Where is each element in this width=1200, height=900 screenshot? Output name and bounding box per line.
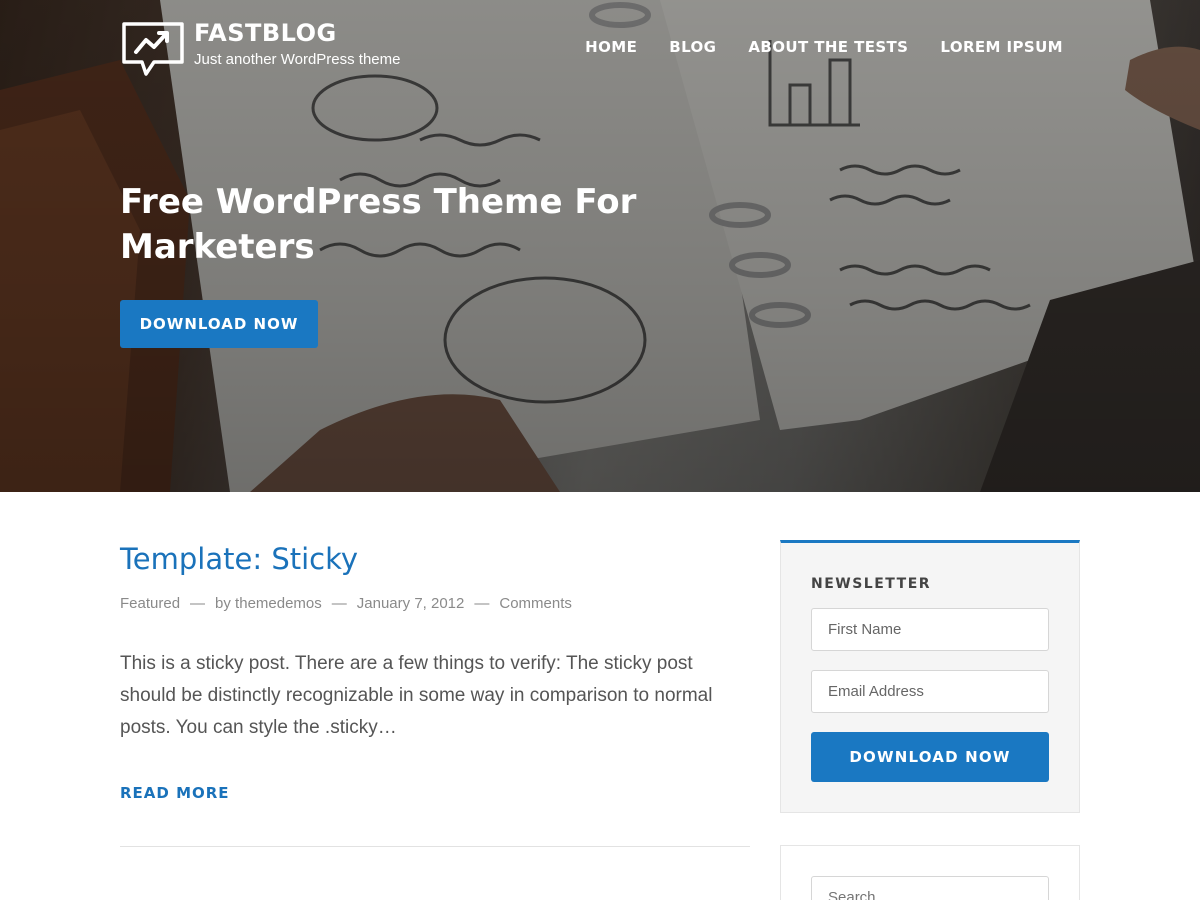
post-card: Template: Sticky Featured — by themedemo…	[120, 540, 750, 802]
hero-download-button[interactable]: DOWNLOAD NOW	[120, 300, 318, 348]
nav-item-home[interactable]: HOME	[585, 37, 637, 57]
meta-separator: —	[331, 595, 347, 612]
newsletter-download-button[interactable]: DOWNLOAD NOW	[811, 732, 1049, 782]
hero-section: FASTBLOG Just another WordPress theme HO…	[0, 0, 1200, 492]
post-comments-link[interactable]: Comments	[499, 595, 572, 612]
site-title[interactable]: FASTBLOG	[194, 20, 400, 46]
post-excerpt: This is a sticky post. There are a few t…	[120, 653, 713, 738]
meta-separator: —	[474, 595, 490, 612]
post-meta: Featured — by themedemos — January 7, 20…	[120, 595, 750, 612]
main-navigation: HOME BLOG ABOUT THE TESTS LOREM IPSUM	[553, 37, 1063, 57]
site-tagline: Just another WordPress theme	[194, 51, 401, 68]
nav-item-lorem-ipsum[interactable]: LOREM IPSUM	[940, 37, 1063, 57]
email-field[interactable]	[811, 670, 1049, 713]
newsletter-widget: NEWSLETTER DOWNLOAD NOW	[780, 540, 1080, 813]
nav-item-about-the-tests[interactable]: ABOUT THE TESTS	[748, 37, 908, 57]
meta-separator: —	[190, 595, 206, 612]
post-divider	[120, 846, 750, 847]
search-input[interactable]	[811, 876, 1049, 900]
post-title[interactable]: Template: Sticky	[120, 540, 750, 578]
post-date[interactable]: January 7, 2012	[357, 595, 465, 612]
read-more-link[interactable]: READ MORE	[120, 784, 230, 802]
first-name-field[interactable]	[811, 608, 1049, 651]
newsletter-title: NEWSLETTER	[811, 576, 932, 592]
chart-speech-bubble-icon	[122, 22, 184, 76]
hero-title: Free WordPress Theme For Marketers	[120, 182, 637, 267]
site-logo[interactable]: FASTBLOG Just another WordPress theme	[120, 20, 400, 78]
nav-item-blog[interactable]: BLOG	[669, 37, 716, 57]
post-category[interactable]: Featured	[120, 595, 180, 612]
search-widget	[780, 845, 1080, 900]
post-author[interactable]: by themedemos	[215, 595, 322, 612]
